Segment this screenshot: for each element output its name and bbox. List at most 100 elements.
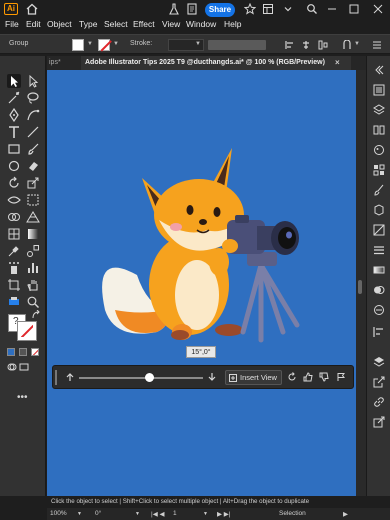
menu-file[interactable]: File	[5, 19, 19, 29]
direct-selection-tool-icon[interactable]	[26, 74, 40, 88]
zoom-tool-icon[interactable]	[26, 295, 40, 309]
flag-icon[interactable]	[336, 372, 346, 382]
chevron-down-icon[interactable]: ▼	[203, 511, 208, 517]
export-assets-icon[interactable]	[373, 416, 385, 428]
link-icon[interactable]	[373, 396, 385, 408]
export-icon[interactable]	[373, 376, 385, 388]
gradient-mode-icon[interactable]	[19, 348, 27, 356]
hand-tool-icon[interactable]	[26, 278, 40, 292]
chevron-down-icon[interactable]	[282, 3, 294, 15]
view-slider-track[interactable]	[79, 377, 203, 379]
chevron-down-icon[interactable]: ▼	[113, 41, 119, 47]
rectangle-tool-icon[interactable]	[7, 142, 21, 156]
stroke-swatch[interactable]	[98, 39, 112, 52]
symbol-sprayer-tool-icon[interactable]	[7, 261, 21, 275]
properties-icon[interactable]	[373, 84, 385, 96]
share-button[interactable]: Share	[205, 3, 235, 17]
shape-builder-tool-icon[interactable]	[7, 210, 21, 224]
paintbrush-tool-icon[interactable]	[26, 142, 40, 156]
scale-tool-icon[interactable]	[26, 176, 40, 190]
rotate-tool-icon[interactable]	[7, 176, 21, 190]
menu-object[interactable]: Object	[47, 19, 72, 29]
color-mode-icon[interactable]	[7, 348, 15, 356]
swap-fill-stroke-icon[interactable]	[31, 310, 41, 320]
chevron-down-icon[interactable]: ▼	[195, 41, 201, 47]
stroke-color-swatch[interactable]	[17, 321, 37, 341]
artboard-tool-icon[interactable]	[7, 278, 21, 292]
document-icon[interactable]	[186, 3, 198, 15]
thumbs-down-icon[interactable]	[319, 372, 329, 382]
artboard[interactable]	[47, 70, 356, 496]
layout-icon[interactable]	[262, 3, 274, 15]
brushes-icon[interactable]	[373, 184, 385, 196]
column-graph-tool-icon[interactable]	[26, 261, 40, 275]
search-icon[interactable]	[306, 3, 318, 15]
arrow-up-icon[interactable]	[65, 372, 75, 382]
artboard-nav-next[interactable]: ▶ ▶|	[217, 510, 231, 518]
line-tool-icon[interactable]	[26, 125, 40, 139]
collapse-panel-icon[interactable]	[373, 64, 385, 76]
menu-effect[interactable]: Effect	[133, 19, 155, 29]
selection-tool-icon[interactable]	[7, 74, 21, 88]
color-icon[interactable]	[373, 144, 385, 156]
close-icon[interactable]	[372, 3, 384, 15]
distribute-icon[interactable]	[318, 40, 328, 50]
thumbs-up-icon[interactable]	[303, 372, 313, 382]
curvature-tool-icon[interactable]	[26, 108, 40, 122]
menu-select[interactable]: Select	[104, 19, 128, 29]
free-transform-tool-icon[interactable]	[26, 193, 40, 207]
align-panel-icon[interactable]	[373, 326, 385, 338]
reset-icon[interactable]	[287, 372, 297, 382]
chevron-down-icon[interactable]: ▼	[77, 511, 82, 517]
chevron-down-icon[interactable]: ▼	[87, 41, 93, 47]
drag-handle[interactable]	[55, 370, 57, 385]
menu-type[interactable]: Type	[79, 19, 97, 29]
align-left-icon[interactable]	[285, 40, 295, 50]
artboard-number[interactable]: 1	[173, 510, 177, 517]
layers-icon[interactable]	[373, 104, 385, 116]
blend-tool-icon[interactable]	[26, 244, 40, 258]
mesh-tool-icon[interactable]	[7, 227, 21, 241]
type-tool-icon[interactable]	[7, 125, 21, 139]
menu-icon[interactable]	[372, 40, 382, 50]
align-center-icon[interactable]	[301, 40, 311, 50]
eraser-tool-icon[interactable]	[26, 159, 40, 173]
symbols-icon[interactable]	[373, 204, 385, 216]
rotation-view[interactable]: 0°	[95, 510, 101, 517]
graphic-styles-icon[interactable]	[373, 224, 385, 236]
libraries-icon[interactable]	[373, 124, 385, 136]
appearance-icon[interactable]	[373, 304, 385, 316]
fox-camera-illustration[interactable]	[47, 70, 356, 496]
screen-mode-icon[interactable]	[19, 362, 29, 372]
perspective-grid-tool-icon[interactable]	[26, 210, 40, 224]
width-tool-icon[interactable]	[7, 193, 21, 207]
status-arrow-icon[interactable]: ▶	[343, 510, 348, 518]
scrollbar-thumb[interactable]	[358, 280, 362, 294]
draw-mode-icon[interactable]	[7, 362, 17, 372]
transparency-icon[interactable]	[373, 284, 385, 296]
tab-previous-document[interactable]: ips*	[47, 56, 77, 70]
home-icon[interactable]	[26, 3, 38, 15]
variable-width-profile[interactable]	[208, 40, 266, 50]
more-tools-icon[interactable]: •••	[17, 392, 28, 403]
recolor-icon[interactable]	[342, 40, 352, 50]
pen-tool-icon[interactable]	[7, 108, 21, 122]
none-mode-icon[interactable]	[31, 348, 39, 356]
insert-view-button[interactable]: Insert View	[225, 370, 282, 385]
tab-active-document[interactable]: Adobe Illustrator Tips 2025 T9 @ducthang…	[81, 56, 351, 70]
print-tiling-tool-icon[interactable]	[7, 295, 21, 309]
stroke-panel-icon[interactable]	[373, 244, 385, 256]
maximize-icon[interactable]	[348, 3, 360, 15]
menu-edit[interactable]: Edit	[26, 19, 41, 29]
stroke-weight-field[interactable]: ▼	[168, 39, 204, 51]
gradient-panel-icon[interactable]	[373, 264, 385, 276]
layers-stack-icon[interactable]	[373, 356, 385, 368]
zoom-level[interactable]: 100%	[50, 510, 67, 517]
swatches-icon[interactable]	[373, 164, 385, 176]
menu-help[interactable]: Help	[224, 19, 241, 29]
minimize-icon[interactable]	[326, 3, 338, 15]
chevron-down-icon[interactable]: ▼	[135, 511, 140, 517]
star-icon[interactable]	[244, 3, 256, 15]
close-icon[interactable]: ×	[335, 56, 340, 70]
magic-wand-tool-icon[interactable]	[7, 91, 21, 105]
